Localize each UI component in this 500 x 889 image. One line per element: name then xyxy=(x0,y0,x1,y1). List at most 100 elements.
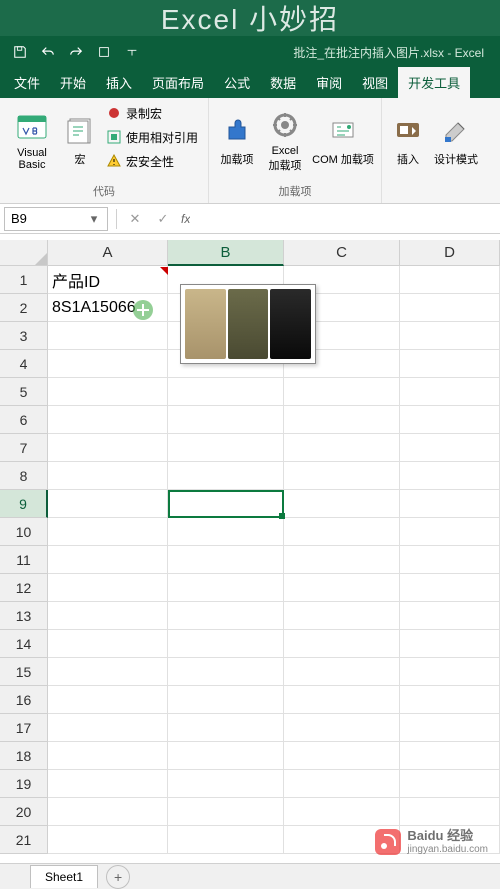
cell-D2[interactable] xyxy=(400,294,500,322)
cell-C10[interactable] xyxy=(284,518,400,546)
row-header-9[interactable]: 9 xyxy=(0,490,48,518)
cell-C11[interactable] xyxy=(284,546,400,574)
cell-B6[interactable] xyxy=(168,406,284,434)
row-header-11[interactable]: 11 xyxy=(0,546,48,574)
insert-control-button[interactable]: 插入 xyxy=(388,102,428,180)
row-header-12[interactable]: 12 xyxy=(0,574,48,602)
com-addins-button[interactable]: COM 加载项 xyxy=(311,102,375,180)
cell-D6[interactable] xyxy=(400,406,500,434)
row-header-13[interactable]: 13 xyxy=(0,602,48,630)
cell-B21[interactable] xyxy=(168,826,284,854)
cell-B11[interactable] xyxy=(168,546,284,574)
cell-A5[interactable] xyxy=(48,378,168,406)
cell-B17[interactable] xyxy=(168,714,284,742)
cell-A10[interactable] xyxy=(48,518,168,546)
cell-C9[interactable] xyxy=(284,490,400,518)
row-header-4[interactable]: 4 xyxy=(0,350,48,378)
tab-file[interactable]: 文件 xyxy=(4,67,50,98)
cell-D13[interactable] xyxy=(400,602,500,630)
cell-C5[interactable] xyxy=(284,378,400,406)
cell-B12[interactable] xyxy=(168,574,284,602)
row-header-3[interactable]: 3 xyxy=(0,322,48,350)
cell-C14[interactable] xyxy=(284,630,400,658)
row-header-20[interactable]: 20 xyxy=(0,798,48,826)
macro-security-button[interactable]: 宏安全性 xyxy=(102,150,202,172)
cell-C19[interactable] xyxy=(284,770,400,798)
cell-D20[interactable] xyxy=(400,798,500,826)
comment-indicator[interactable] xyxy=(160,267,168,275)
cell-A16[interactable] xyxy=(48,686,168,714)
col-header-C[interactable]: C xyxy=(284,240,400,266)
select-all-corner[interactable] xyxy=(0,240,48,266)
enter-formula-button[interactable]: ✓ xyxy=(149,207,177,231)
tab-view[interactable]: 视图 xyxy=(352,67,398,98)
tab-data[interactable]: 数据 xyxy=(260,67,306,98)
name-box-dropdown-icon[interactable]: ▾ xyxy=(87,211,101,227)
cell-A21[interactable] xyxy=(48,826,168,854)
col-header-A[interactable]: A xyxy=(48,240,168,266)
cell-B9[interactable] xyxy=(168,490,284,518)
cell-D5[interactable] xyxy=(400,378,500,406)
cell-B14[interactable] xyxy=(168,630,284,658)
row-header-2[interactable]: 2 xyxy=(0,294,48,322)
row-header-5[interactable]: 5 xyxy=(0,378,48,406)
row-header-6[interactable]: 6 xyxy=(0,406,48,434)
cell-B5[interactable] xyxy=(168,378,284,406)
cell-A14[interactable] xyxy=(48,630,168,658)
col-header-B[interactable]: B xyxy=(168,240,284,266)
tab-review[interactable]: 审阅 xyxy=(306,67,352,98)
row-header-16[interactable]: 16 xyxy=(0,686,48,714)
cell-A4[interactable] xyxy=(48,350,168,378)
cell-A7[interactable] xyxy=(48,434,168,462)
qat-customize-button[interactable] xyxy=(92,40,116,64)
cancel-formula-button[interactable]: ✕ xyxy=(121,207,149,231)
comment-popup[interactable] xyxy=(180,284,316,364)
name-box[interactable]: B9 ▾ xyxy=(4,207,108,231)
row-header-17[interactable]: 17 xyxy=(0,714,48,742)
cell-C18[interactable] xyxy=(284,742,400,770)
cell-A13[interactable] xyxy=(48,602,168,630)
cell-D10[interactable] xyxy=(400,518,500,546)
cell-D4[interactable] xyxy=(400,350,500,378)
row-header-15[interactable]: 15 xyxy=(0,658,48,686)
cell-C13[interactable] xyxy=(284,602,400,630)
cell-A9[interactable] xyxy=(48,490,168,518)
fx-icon[interactable]: fx xyxy=(181,212,190,226)
cell-A11[interactable] xyxy=(48,546,168,574)
cell-B18[interactable] xyxy=(168,742,284,770)
save-button[interactable] xyxy=(8,40,32,64)
cell-C15[interactable] xyxy=(284,658,400,686)
row-header-18[interactable]: 18 xyxy=(0,742,48,770)
cell-B7[interactable] xyxy=(168,434,284,462)
row-header-14[interactable]: 14 xyxy=(0,630,48,658)
cell-B19[interactable] xyxy=(168,770,284,798)
visual-basic-button[interactable]: Visual Basic xyxy=(6,102,58,180)
add-sheet-button[interactable]: + xyxy=(106,865,130,889)
cell-A18[interactable] xyxy=(48,742,168,770)
cell-A6[interactable] xyxy=(48,406,168,434)
row-header-19[interactable]: 19 xyxy=(0,770,48,798)
cell-C20[interactable] xyxy=(284,798,400,826)
cell-D16[interactable] xyxy=(400,686,500,714)
cell-A20[interactable] xyxy=(48,798,168,826)
design-mode-button[interactable]: 设计模式 xyxy=(432,102,480,180)
record-macro-button[interactable]: 录制宏 xyxy=(102,102,202,124)
cell-B15[interactable] xyxy=(168,658,284,686)
cell-D1[interactable] xyxy=(400,266,500,294)
row-header-1[interactable]: 1 xyxy=(0,266,48,294)
addins-button[interactable]: 加载项 xyxy=(215,102,259,180)
cell-D15[interactable] xyxy=(400,658,500,686)
redo-button[interactable] xyxy=(64,40,88,64)
cell-D3[interactable] xyxy=(400,322,500,350)
qat-more-button[interactable] xyxy=(120,40,144,64)
formula-input[interactable] xyxy=(190,207,500,231)
tab-formulas[interactable]: 公式 xyxy=(214,67,260,98)
cell-D7[interactable] xyxy=(400,434,500,462)
cell-C8[interactable] xyxy=(284,462,400,490)
row-header-8[interactable]: 8 xyxy=(0,462,48,490)
cell-D12[interactable] xyxy=(400,574,500,602)
macros-button[interactable]: 宏 xyxy=(62,102,98,180)
cell-B16[interactable] xyxy=(168,686,284,714)
cell-D8[interactable] xyxy=(400,462,500,490)
excel-addins-button[interactable]: Excel 加载项 xyxy=(263,102,307,180)
